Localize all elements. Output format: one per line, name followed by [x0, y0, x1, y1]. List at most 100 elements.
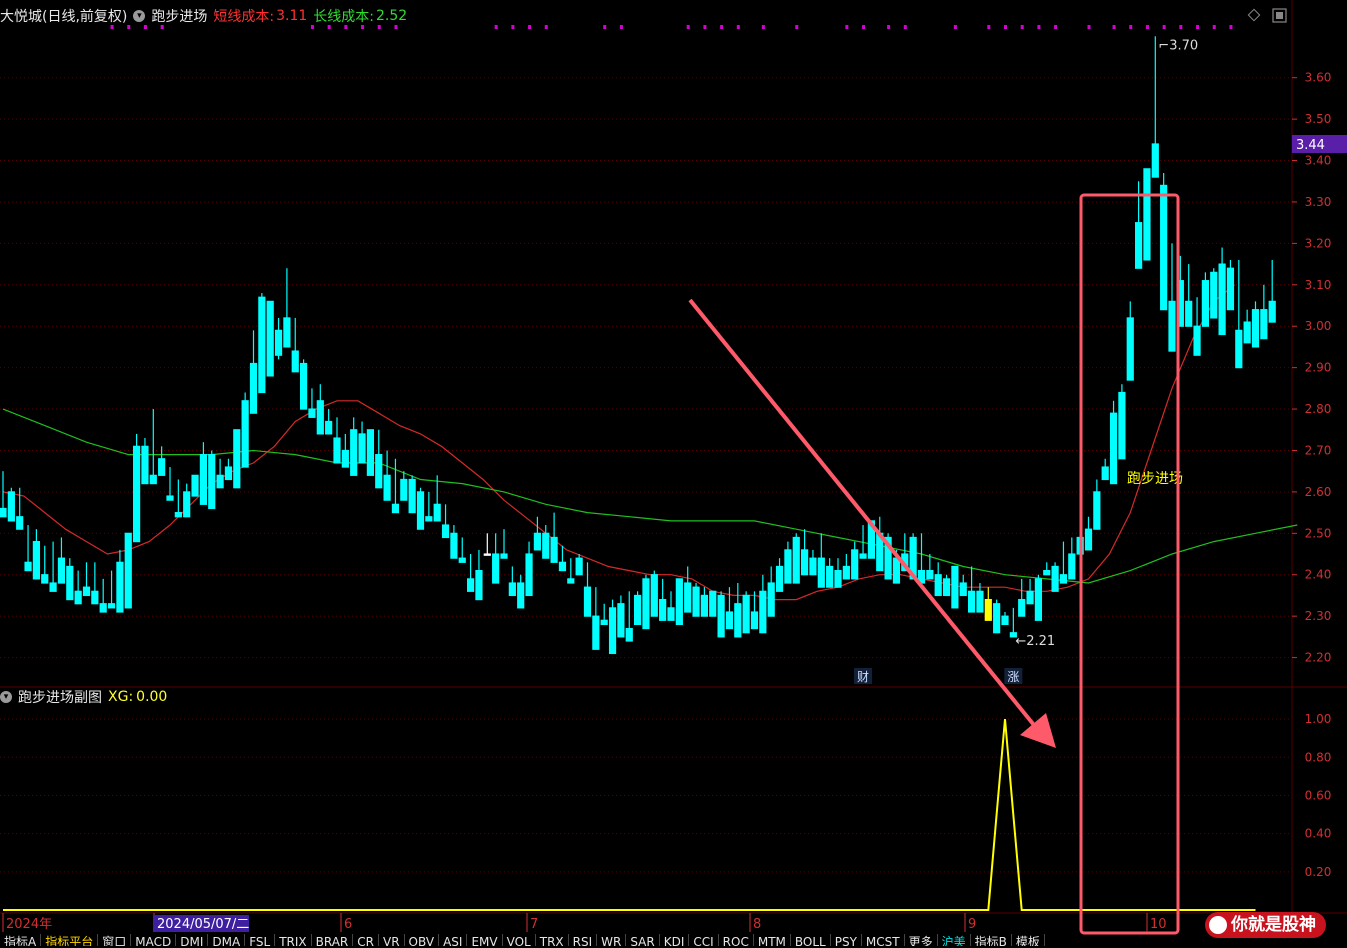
candle-body	[408, 478, 416, 514]
tab-25[interactable]: MCST	[862, 934, 905, 946]
candle-body	[934, 574, 942, 597]
candle-body	[249, 362, 258, 414]
candle-body	[993, 603, 1001, 634]
candle-body	[851, 549, 859, 580]
candle-body	[1218, 263, 1226, 336]
candle-body	[91, 590, 99, 605]
price-tick-label: 2.90	[1305, 361, 1332, 375]
candle-body	[166, 495, 174, 501]
sub-tick-label: 0.20	[1305, 865, 1332, 879]
tab-22[interactable]: MTM	[754, 934, 791, 946]
candle-body	[208, 454, 216, 510]
candle-body	[199, 454, 207, 505]
signal-dot-marker	[736, 25, 740, 29]
event-marker-label: 财	[857, 670, 869, 684]
tab-14[interactable]: VOL	[503, 934, 536, 946]
candle-body	[458, 557, 466, 563]
candle-body	[41, 574, 49, 584]
watermark-text: 你就是股神	[1231, 915, 1316, 935]
candle-body	[608, 607, 617, 655]
candle-body	[1051, 565, 1059, 592]
candle-body	[1243, 321, 1251, 344]
candle-body	[592, 615, 600, 650]
tab-18[interactable]: SAR	[626, 934, 660, 946]
signal-dot-marker	[528, 25, 532, 29]
candle-body	[158, 458, 166, 476]
tab-5[interactable]: DMA	[208, 934, 246, 946]
candle-body	[967, 590, 976, 613]
signal-dot-marker	[1229, 25, 1233, 29]
tab-19[interactable]: KDJ	[660, 934, 690, 946]
tab-13[interactable]: EMV	[467, 934, 503, 946]
candle-body	[433, 503, 441, 522]
tab-17[interactable]: WR	[597, 934, 627, 946]
sub-chart-title[interactable]: 跑步进场副图	[18, 687, 102, 707]
candle-body	[775, 565, 784, 592]
signal-dot-marker	[720, 25, 724, 29]
tab-11[interactable]: OBV	[405, 934, 440, 946]
candle-body	[441, 524, 450, 539]
candle-body	[358, 433, 366, 464]
sub-chart-header: ▾ 跑步进场副图 XG: 0.00	[0, 687, 173, 707]
sub-indicator-dropdown-icon[interactable]: ▾	[0, 691, 12, 703]
tab-16[interactable]: RSI	[569, 934, 598, 946]
signal-dot-marker	[862, 25, 866, 29]
indicator-name[interactable]: 跑步进场	[151, 6, 207, 26]
tab-3[interactable]: MACD	[131, 934, 177, 946]
candle-body	[383, 474, 391, 501]
price-tick-label: 3.20	[1305, 236, 1332, 250]
tab-15[interactable]: TRX	[536, 934, 569, 946]
tab-10[interactable]: VR	[379, 934, 405, 946]
tab-4[interactable]: DMI	[176, 934, 209, 946]
candle-body	[750, 611, 759, 630]
candle-body	[300, 362, 308, 410]
sub-tick-label: 0.60	[1305, 788, 1332, 802]
tab-20[interactable]: CCI	[689, 934, 719, 946]
candle-body	[675, 578, 683, 626]
signal-dot-marker	[845, 25, 849, 29]
candle-body	[216, 474, 224, 489]
candle-body	[316, 400, 324, 435]
candle-body	[24, 561, 32, 572]
time-axis-label: 10	[1150, 917, 1167, 932]
tab-21[interactable]: ROC	[719, 934, 754, 946]
candle-body	[533, 532, 542, 551]
long-cost-value: 2.52	[375, 8, 408, 24]
tab-1[interactable]: 指标平台	[41, 934, 99, 946]
tab-26[interactable]: 更多	[905, 934, 938, 946]
signal-dot-marker	[953, 25, 957, 29]
tab-0[interactable]: 指标A	[0, 934, 42, 946]
tab-24[interactable]: PSY	[831, 934, 862, 946]
time-axis-label: 2024年	[6, 917, 52, 932]
candle-body	[107, 603, 116, 609]
tab-9[interactable]: CR	[353, 934, 379, 946]
candle-body	[1101, 466, 1109, 481]
tab-29[interactable]: 模板	[1012, 934, 1045, 946]
tab-23[interactable]: BOLL	[791, 934, 831, 946]
candle-body	[1001, 615, 1009, 626]
short-cost-label: 短线成本:	[213, 9, 275, 25]
tab-6[interactable]: FSL	[245, 934, 276, 946]
candle-body	[82, 586, 91, 597]
price-tick-label: 2.20	[1305, 651, 1332, 665]
signal-dot-marker	[603, 25, 607, 29]
pointer-arrow-head	[1020, 713, 1056, 748]
indicator-tab-bar: 指标A 指标平台 窗口 MACD DMI DMA FSL TRIX BRAR C…	[0, 934, 1347, 946]
tab-2[interactable]: 窗口	[98, 934, 132, 946]
candle-body	[174, 512, 182, 518]
tab-27[interactable]: 沪美	[938, 934, 971, 946]
sub-tick-label: 0.80	[1305, 750, 1332, 764]
tab-12[interactable]: ASI	[439, 934, 468, 946]
main-chart-header: 大悦城(日线,前复权) ▾ 跑步进场 短线成本: 3.11 长线成本: 2.52	[0, 6, 413, 26]
signal-dot-marker	[887, 25, 891, 29]
stock-name[interactable]: 大悦城(日线,前复权)	[0, 6, 127, 26]
candle-body	[1251, 309, 1260, 348]
signal-dot-marker	[1129, 25, 1133, 29]
indicator-dropdown-icon[interactable]: ▾	[133, 10, 146, 22]
current-price-label: 3.44	[1296, 138, 1325, 153]
tab-8[interactable]: BRAR	[312, 934, 354, 946]
tab-7[interactable]: TRIX	[275, 934, 312, 946]
tab-28[interactable]: 指标B	[971, 934, 1012, 946]
candle-body	[492, 553, 500, 584]
candle-body	[325, 420, 333, 435]
